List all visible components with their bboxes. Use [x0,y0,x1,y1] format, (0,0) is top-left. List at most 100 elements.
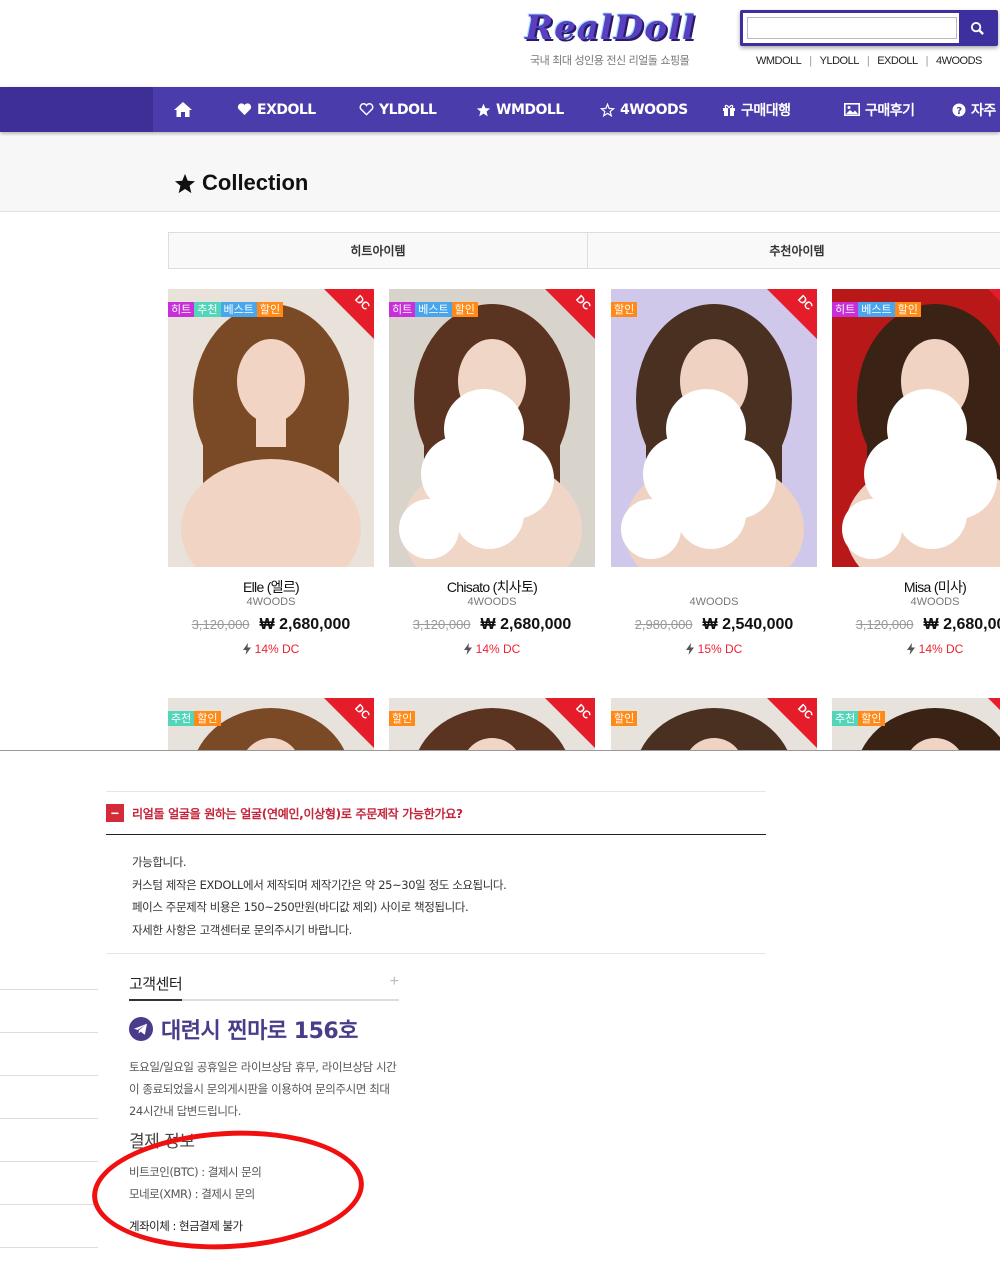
collection-tabs: 히트아이템 추천아이템 [168,232,1000,269]
dc-corner-ribbon [767,698,817,748]
nav-purchase-agent[interactable]: 구매대행 [722,87,791,132]
nav-faq[interactable]: ? 자주 [952,87,996,132]
product-image[interactable]: 추천할인 DC [832,698,1000,750]
badge-dc: 할인 [451,302,478,317]
collection-title: Collection [202,170,309,195]
badge-dc: 할인 [858,711,885,726]
nav-label: 자주 [971,102,996,119]
product-name[interactable]: Misa (미사) [832,577,1000,595]
nav-exdoll[interactable]: EXDOLL [237,87,316,132]
search-input[interactable] [747,17,957,39]
faq-question-row[interactable]: − 리얼돌 얼굴을 원하는 얼굴(연예인,이상형)로 주문제작 가능한가요? [106,791,766,835]
heart-icon [237,103,252,116]
star-icon [174,173,196,193]
sidebar-line [0,1075,98,1076]
product-image[interactable]: 할인 DC [611,698,817,750]
lightning-icon [463,643,472,655]
product-card[interactable]: 할인 DC [389,698,595,750]
discount-text: 14% DC [254,642,300,656]
product-brand: 4WOODS [467,596,517,608]
product-price: 2,980,000 ₩ 2,540,000 [611,616,817,634]
dc-corner-ribbon [324,289,374,339]
nav-left-block [0,87,153,132]
sidebar-line [0,1161,98,1162]
nav-label: EXDOLL [257,101,316,118]
sidebar-line [0,1032,98,1033]
product-name[interactable] [611,577,817,595]
discount-text: 14% DC [475,642,521,656]
photo-icon [844,103,860,116]
more-icon[interactable]: + [390,973,399,999]
svg-text:?: ? [956,106,962,117]
product-name[interactable]: Elle (엘르) [168,577,374,595]
faq-question: 리얼돌 얼굴을 원하는 얼굴(연예인,이상형)로 주문제작 가능한가요? [132,806,463,821]
lightning-icon [685,643,694,655]
product-card[interactable]: 히트 추천 베스트 할인 DC Elle (엘르) 4WOODS 3,120,000 ₩… [168,289,374,656]
nav-reviews[interactable]: 구매후기 [844,87,915,132]
product-card[interactable]: 히트 베스트 할인 DC Chisato (치사토) 4WOODS 3,120,00… [389,289,595,656]
product-image[interactable]: 할인 DC [611,289,817,567]
top-link-4woods[interactable]: 4WOODS [936,55,982,67]
nav-yldoll[interactable]: YLDOLL [359,87,437,132]
consult-hours: 토요일/일요일 공휴일은 라이브상담 휴무, 라이브상담 시간이 종료되었을시 … [129,1060,397,1118]
badge-dc: 할인 [256,302,284,317]
nav-home[interactable] [173,87,193,132]
faq-screenshot: − 리얼돌 얼굴을 원하는 얼굴(연예인,이상형)로 주문제작 가능한가요? 가… [0,750,1000,1278]
product-image[interactable]: 히트베스트할인 DC [832,289,1000,567]
product-image[interactable]: 할인 DC [389,698,595,750]
product-card[interactable]: 히트베스트할인 DC Misa (미사) 4WOODS 3,120,000 ₩ 2… [832,289,1000,656]
product-card[interactable]: 할인 DC 4WOODS 2,980,000 ₩ 2,540,000 15% DC [611,289,817,656]
product-price: 3,120,000 ₩ 2,680,000 [389,616,595,634]
badge-group: 할인 [611,302,638,317]
badge-rec: 추천 [168,711,195,726]
link-separator: | [809,55,812,67]
product-image[interactable]: 추천할인 DC [168,698,374,750]
top-link-exdoll[interactable]: EXDOLL [877,55,918,67]
top-link-wmdoll[interactable]: WMDOLL [756,55,802,67]
product-name[interactable]: Chisato (치사토) [389,577,595,595]
customer-center-header: 고객센터 + [129,973,399,1001]
nav-label: 구매후기 [865,102,915,119]
nav-wmdoll[interactable]: WMDOLL [476,87,564,132]
dc-corner-ribbon [545,289,595,339]
sale-price: ₩ 2,680,000 [480,616,572,633]
product-card[interactable]: 할인 DC [611,698,817,750]
faq-answer: 가능합니다. 커스텀 제작은 EXDOLL에서 제작되며 제작기간은 약 25~… [132,851,507,941]
badge-group: 할인 [611,711,638,726]
product-card[interactable]: 추천할인 DC [168,698,374,750]
nav-4woods[interactable]: 4WOODS [600,87,688,132]
star-icon [476,103,491,116]
badge-best: 베스트 [858,302,895,317]
top-link-yldoll[interactable]: YLDOLL [820,55,860,67]
star-outline-icon [600,102,615,117]
product-brand: 4WOODS [910,596,960,608]
tab-hit-items[interactable]: 히트아이템 [169,233,588,268]
collapse-icon[interactable]: − [106,804,124,822]
badge-rec: 추천 [832,711,859,726]
tab-recommended-items[interactable]: 추천아이템 [588,233,1000,268]
nav-label: 4WOODS [620,101,688,118]
original-price: 2,980,000 [634,617,693,632]
badge-group: 추천 할인 [832,711,885,726]
faq-answer-line: 커스텀 제작은 EXDOLL에서 제작되며 제작기간은 약 25~30일 정도 … [132,877,507,892]
heart-outline-icon [359,103,374,116]
product-price: 3,120,000 ₩ 2,680,000 [168,616,374,634]
divider [106,953,766,954]
product-image[interactable]: 히트 추천 베스트 할인 DC [168,289,374,567]
main-nav: EXDOLL YLDOLL WMDOLL 4WOODS 구매대행 구매후기 ? … [0,87,1000,132]
telegram-contact[interactable]: 대련시 찐마로 156호 [129,1013,358,1045]
dc-corner-ribbon [767,289,817,339]
product-image[interactable]: 히트베스트할인 DC [389,289,595,567]
brand-links: WMDOLL | YLDOLL | EXDOLL | 4WOODS [756,55,982,67]
badge-group: 추천 할인 [168,711,221,726]
search-icon [970,21,984,35]
dc-corner-ribbon [988,289,1000,339]
original-price: 3,120,000 [855,617,914,632]
telegram-icon [129,1017,153,1041]
search-button[interactable] [959,13,995,43]
product-card[interactable]: 추천할인 DC [832,698,1000,750]
badge-group: 히트 베스트 할인 [389,302,478,317]
badge-hit: 히트 [832,302,859,317]
site-logo[interactable]: RealDoll [525,8,696,48]
badge-hit: 히트 [168,302,195,317]
